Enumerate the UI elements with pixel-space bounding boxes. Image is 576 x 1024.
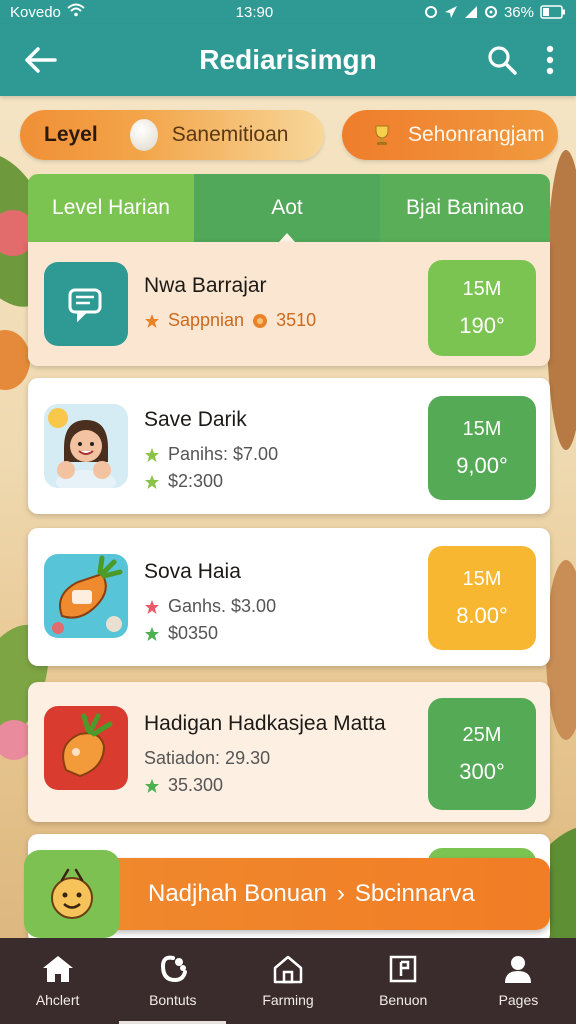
reward-value: 9,00° bbox=[456, 452, 508, 478]
reward-amount: 15M bbox=[462, 277, 502, 300]
tab-label: Bjai Baninao bbox=[406, 196, 524, 219]
star-icon bbox=[145, 447, 159, 462]
list-item[interactable]: Hadigan Hadkasjea Matta Satiadon: 29.30 … bbox=[28, 682, 550, 822]
tab-label: Level Harian bbox=[52, 196, 170, 219]
nav-ahclert[interactable]: Ahclert bbox=[0, 938, 115, 1024]
level-pill[interactable]: Leyel Sanemitioan bbox=[20, 110, 324, 160]
status-bar: Kovedo 13:90 36% bbox=[0, 0, 576, 24]
bottom-nav: Ahclert Bontuts Farming Benuon Pages bbox=[0, 938, 576, 1024]
item-line1-value: 3510 bbox=[276, 310, 317, 330]
user-icon bbox=[505, 956, 532, 983]
item-name: Sova Haia bbox=[144, 560, 241, 583]
nav-label: Bontuts bbox=[149, 992, 197, 1008]
bonus-banner[interactable]: Nadjhah Bonuan › Sbcinnarva bbox=[24, 850, 550, 938]
nav-bontuts[interactable]: Bontuts bbox=[115, 938, 230, 1024]
star-icon bbox=[145, 599, 159, 614]
reward-value: 300° bbox=[459, 758, 505, 784]
nav-label: Ahclert bbox=[35, 992, 80, 1008]
level-label: Leyel bbox=[44, 123, 98, 146]
location-icon bbox=[444, 5, 458, 19]
search-icon bbox=[488, 46, 517, 75]
star-icon bbox=[145, 626, 159, 641]
status-time: 13:90 bbox=[235, 3, 274, 21]
reward-amount: 25M bbox=[462, 723, 502, 746]
nav-pages[interactable]: Pages bbox=[461, 938, 576, 1024]
reward-badge[interactable]: 15M 8.00° bbox=[428, 546, 536, 650]
document-icon bbox=[389, 955, 417, 983]
reward-badge[interactable]: 25M 300° bbox=[428, 698, 536, 810]
reward-amount: 15M bbox=[462, 567, 502, 590]
level-name: Sanemitioan bbox=[171, 123, 289, 146]
gift-icon bbox=[160, 955, 187, 983]
item-line1: Panihs: $7.00 bbox=[168, 444, 279, 464]
more-vertical-icon bbox=[546, 45, 554, 75]
list-item[interactable]: Sova Haia Ganhs. $3.00 $0350 15M 8.00° bbox=[28, 528, 550, 666]
list-item[interactable]: Save Darik Panihs: $7.00 $2:300 15M 9,00… bbox=[28, 378, 550, 514]
list-item[interactable]: Nwa Barrajar Sappnian 3510 15M 190° bbox=[28, 242, 550, 366]
alarm-icon bbox=[424, 5, 438, 19]
item-line2: $0350 bbox=[168, 623, 219, 643]
schedule-label: Sehonrangjam bbox=[408, 123, 545, 146]
nav-label: Farming bbox=[262, 992, 314, 1008]
item-name: Hadigan Hadkasjea Matta bbox=[144, 712, 386, 735]
item-line2: 35.300 bbox=[168, 775, 224, 795]
chevron-right-icon: › bbox=[336, 880, 345, 907]
reward-value: 8.00° bbox=[456, 602, 508, 628]
signal-icon bbox=[464, 5, 478, 19]
barn-icon bbox=[273, 955, 303, 984]
battery-saver-icon bbox=[484, 5, 498, 19]
home-icon bbox=[42, 956, 73, 982]
battery-percent: 36% bbox=[503, 3, 534, 21]
trophy-icon bbox=[375, 125, 389, 145]
reward-amount: 15M bbox=[462, 417, 502, 440]
item-thumbnail bbox=[44, 554, 128, 638]
reward-badge[interactable]: 15M 9,00° bbox=[428, 396, 536, 500]
coin-icon bbox=[253, 313, 268, 328]
app-header: Rediarisimgn bbox=[0, 24, 576, 96]
smiley-icon bbox=[51, 868, 93, 919]
carrot-icon bbox=[52, 555, 123, 634]
item-line1: Satiadon: 29.30 bbox=[144, 748, 271, 768]
item-name: Save Darik bbox=[144, 408, 247, 431]
tab-bar: Level Harian Aot Bjai Baninao bbox=[28, 174, 550, 242]
reward-badge[interactable]: 15M 190° bbox=[428, 260, 536, 356]
search-button[interactable] bbox=[480, 38, 524, 82]
nav-label: Benuon bbox=[379, 992, 428, 1008]
item-line1: Sappnian bbox=[168, 310, 245, 330]
banner-text: Nadjhah Bonuan bbox=[148, 880, 327, 907]
tab-level-harian[interactable]: Level Harian bbox=[28, 174, 194, 242]
star-icon bbox=[145, 474, 159, 489]
star-icon bbox=[145, 778, 159, 793]
nav-farming[interactable]: Farming bbox=[230, 938, 345, 1024]
bonus-avatar bbox=[24, 850, 120, 938]
carrot-icon bbox=[62, 713, 113, 778]
battery-icon bbox=[540, 5, 566, 19]
more-options-button[interactable] bbox=[538, 38, 562, 82]
reward-value: 190° bbox=[459, 312, 505, 338]
item-line2: $2:300 bbox=[168, 471, 224, 491]
chat-icon bbox=[68, 288, 102, 323]
nav-label: Pages bbox=[498, 992, 539, 1008]
carrier-name: Kovedo bbox=[10, 3, 61, 21]
arrow-left-icon bbox=[25, 47, 57, 73]
tab-aot[interactable]: Aot bbox=[194, 174, 380, 242]
wifi-icon bbox=[67, 3, 85, 21]
item-thumbnail bbox=[44, 404, 128, 488]
back-button[interactable] bbox=[18, 38, 62, 82]
schedule-pill[interactable]: Sehonrangjam bbox=[342, 110, 558, 160]
item-line1: Ganhs. $3.00 bbox=[168, 596, 277, 616]
tab-bjai-baninao[interactable]: Bjai Baninao bbox=[380, 174, 550, 242]
item-thumbnail bbox=[44, 262, 128, 346]
egg-icon bbox=[129, 119, 158, 151]
nav-benuon[interactable]: Benuon bbox=[346, 938, 461, 1024]
farmer-avatar-icon bbox=[48, 408, 116, 488]
tab-label: Aot bbox=[271, 196, 303, 219]
banner-target: Sbcinnarva bbox=[354, 880, 475, 907]
item-name: Nwa Barrajar bbox=[144, 274, 267, 297]
star-icon bbox=[145, 313, 159, 328]
item-thumbnail bbox=[44, 706, 128, 790]
